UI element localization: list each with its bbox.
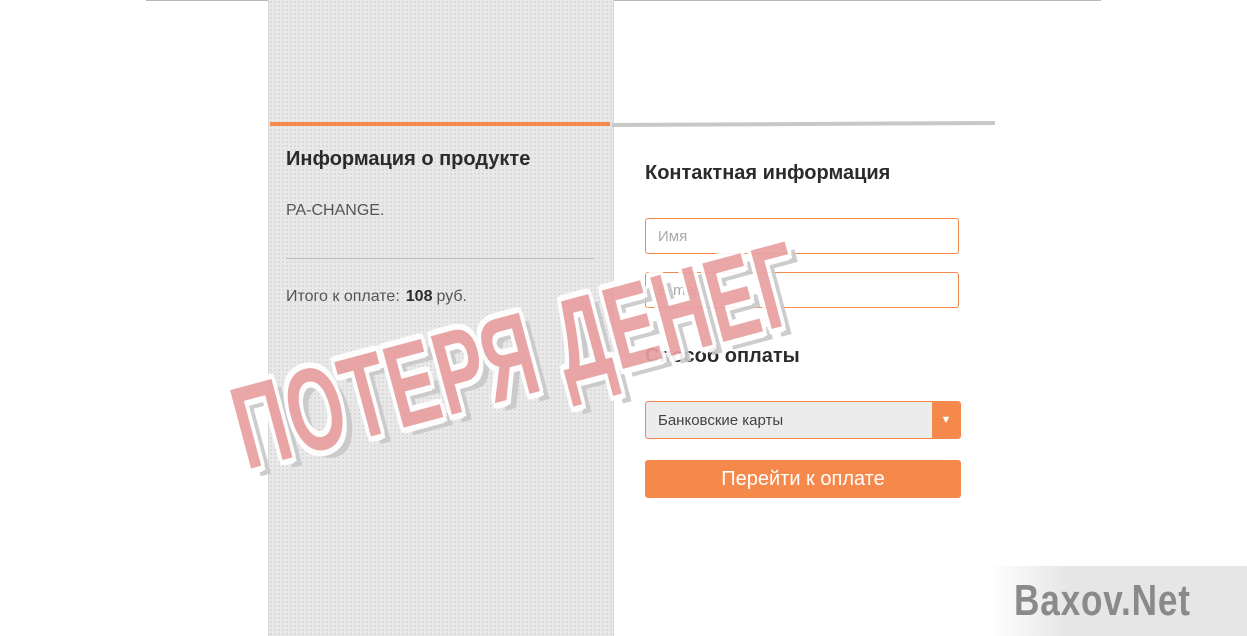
product-divider — [286, 258, 594, 259]
contact-panel-top-bar — [612, 120, 995, 128]
payment-method-select[interactable]: Банковские карты ▼ — [645, 401, 961, 439]
payment-method-value: Банковские карты — [658, 412, 784, 429]
email-input[interactable] — [645, 272, 959, 308]
total-label: Итого к оплате: — [286, 288, 400, 305]
site-watermark: Baxov.Net — [990, 566, 1247, 636]
product-panel-accent-bar — [270, 122, 610, 126]
payment-method-heading: Способ оплаты — [645, 345, 800, 367]
watermark-text: Baxov.Net — [1014, 576, 1191, 625]
product-info-panel — [268, 0, 614, 636]
product-name: PA-CHANGE. — [286, 202, 385, 219]
proceed-to-payment-button[interactable]: Перейти к оплате — [645, 460, 961, 498]
total-amount: 108 — [405, 288, 433, 305]
total-currency: руб. — [436, 288, 467, 305]
order-total: Итого к оплате: 108 руб. — [286, 288, 467, 306]
contact-info-heading: Контактная информация — [645, 162, 891, 184]
name-input[interactable] — [645, 218, 959, 254]
dropdown-arrow-icon[interactable]: ▼ — [932, 402, 960, 438]
product-info-heading: Информация о продукте — [286, 148, 531, 170]
